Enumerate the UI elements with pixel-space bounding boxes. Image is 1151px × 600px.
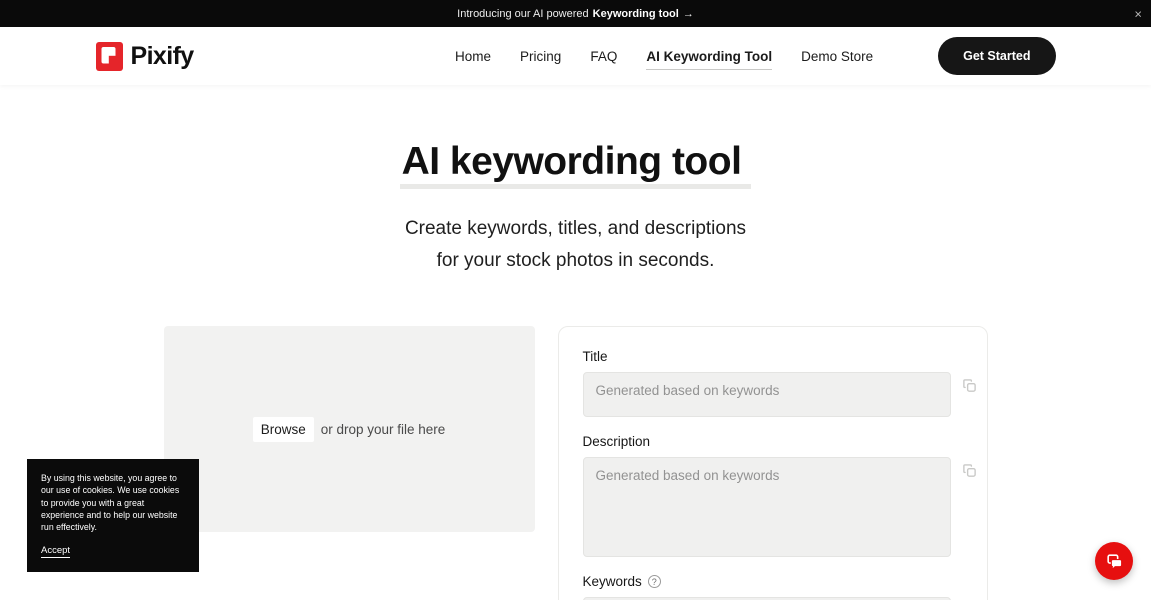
main-nav: Home Pricing FAQ AI Keywording Tool Demo…	[455, 37, 1055, 75]
copy-icon	[962, 466, 977, 481]
keywords-label: Keywords ?	[583, 574, 977, 589]
site-header: Pixify Home Pricing FAQ AI Keywording To…	[0, 27, 1151, 85]
keywords-label-text: Keywords	[583, 574, 642, 589]
cookie-accept-button[interactable]: Accept	[41, 545, 70, 558]
description-label: Description	[583, 434, 977, 449]
drop-hint-text: or drop your file here	[321, 422, 446, 437]
brand-name: Pixify	[131, 42, 194, 71]
nav-item-faq[interactable]: FAQ	[590, 49, 617, 64]
cookie-consent: By using this website, you agree to our …	[27, 459, 199, 572]
subtitle-line-2: for your stock photos in seconds.	[0, 245, 1151, 277]
hero-section: AI keywording tool Create keywords, titl…	[0, 140, 1151, 277]
banner-text: Introducing our AI powered	[457, 8, 588, 20]
keywords-field-group: Keywords ?	[583, 574, 977, 600]
help-icon[interactable]: ?	[648, 575, 661, 588]
banner-close-icon[interactable]: ×	[1134, 7, 1142, 20]
chat-bubbles-icon	[1105, 552, 1124, 571]
subtitle-line-1: Create keywords, titles, and description…	[0, 213, 1151, 245]
nav-item-pricing[interactable]: Pricing	[520, 49, 561, 64]
brand-logo[interactable]: Pixify	[96, 42, 194, 71]
pixify-logo-icon	[96, 42, 123, 71]
announcement-banner: Introducing our AI powered Keywording to…	[0, 0, 1151, 27]
results-card: Title Description	[558, 326, 988, 600]
nav-item-home[interactable]: Home	[455, 49, 491, 64]
copy-icon	[962, 381, 977, 396]
file-dropzone[interactable]: Browse or drop your file here	[164, 326, 535, 532]
copy-title-button[interactable]	[962, 378, 977, 393]
nav-item-ai-keywording-tool[interactable]: AI Keywording Tool	[646, 49, 772, 70]
copy-description-button[interactable]	[962, 463, 977, 478]
description-input[interactable]	[583, 457, 951, 557]
cookie-message: By using this website, you agree to our …	[41, 472, 185, 534]
page-subtitle: Create keywords, titles, and description…	[0, 213, 1151, 277]
arrow-right-icon: →	[683, 8, 694, 20]
description-field-group: Description	[583, 434, 977, 557]
page-title: AI keywording tool	[400, 140, 752, 192]
title-label: Title	[583, 349, 977, 364]
chat-button[interactable]	[1095, 542, 1133, 580]
title-input[interactable]	[583, 372, 951, 417]
banner-highlight: Keywording tool	[593, 8, 679, 20]
get-started-button[interactable]: Get Started	[938, 37, 1055, 75]
title-field-group: Title	[583, 349, 977, 417]
browse-button[interactable]: Browse	[253, 417, 314, 442]
nav-item-demo-store[interactable]: Demo Store	[801, 49, 873, 64]
tool-area: Browse or drop your file here Title Desc…	[164, 326, 988, 600]
